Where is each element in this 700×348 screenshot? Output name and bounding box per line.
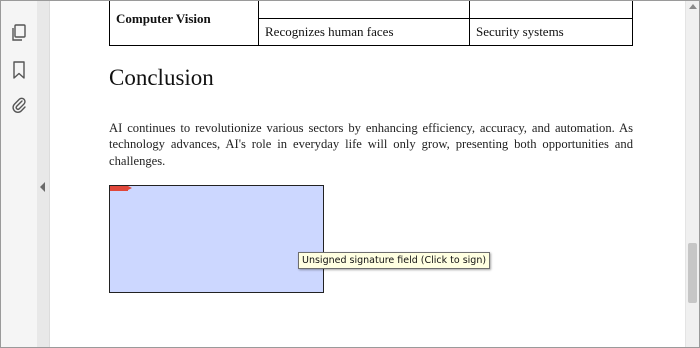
section-heading: Conclusion <box>109 65 214 90</box>
signature-field[interactable] <box>109 185 324 293</box>
pdf-viewer-window: Computer Vision Recognizes human faces S… <box>0 0 700 348</box>
table-row: Computer Vision <box>109 1 633 46</box>
conclusion-paragraph: AI continues to revolutionize various se… <box>109 121 633 168</box>
left-navigation-rail <box>1 1 38 347</box>
attachment-icon[interactable] <box>9 95 29 115</box>
table-cell-application: Recognizes human faces <box>258 18 470 46</box>
table-cell-empty <box>258 1 470 19</box>
pages-icon[interactable] <box>9 23 29 43</box>
document-page: Computer Vision Recognizes human faces S… <box>50 1 686 347</box>
scroll-up-arrow-icon[interactable] <box>689 4 697 9</box>
signature-flag-icon <box>110 186 132 191</box>
bookmark-icon[interactable] <box>9 60 29 80</box>
table-cell-category: Computer Vision <box>109 1 259 46</box>
vertical-scrollbar[interactable] <box>685 1 699 347</box>
sidebar-collapse-strip[interactable] <box>37 1 50 347</box>
applications-table: Computer Vision Recognizes human faces S… <box>109 1 633 46</box>
scrollbar-thumb[interactable] <box>688 243 697 303</box>
table-cell-use-case: Security systems <box>469 18 633 46</box>
collapse-arrow-icon[interactable] <box>40 182 45 192</box>
signature-tooltip: Unsigned signature field (Click to sign) <box>298 252 491 269</box>
table-cell-empty <box>469 1 633 19</box>
